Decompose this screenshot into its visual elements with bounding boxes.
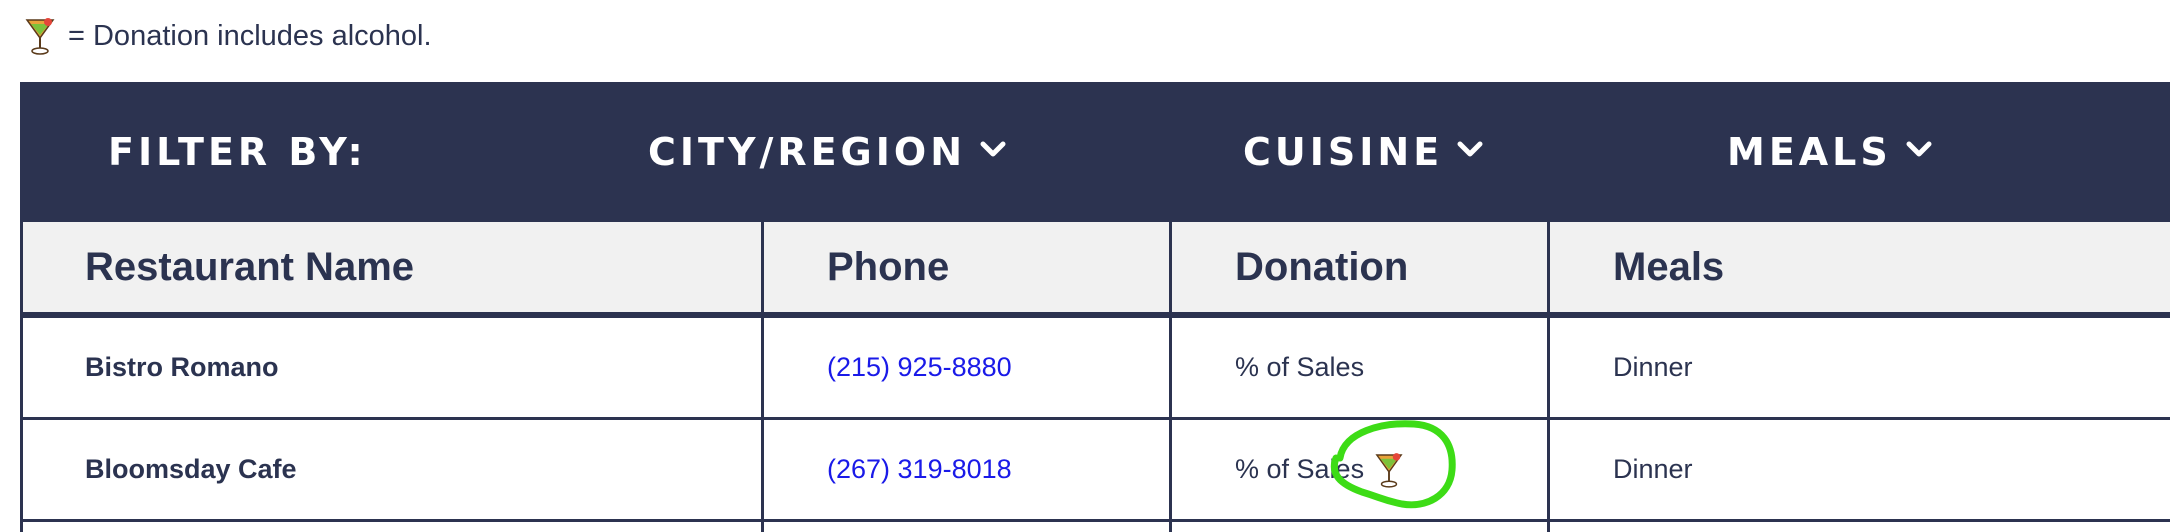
meals-filter[interactable]: MEALS <box>1727 82 1932 222</box>
meals-filter-label: MEALS <box>1727 130 1892 174</box>
restaurant-name: Bistro Romano <box>23 318 764 417</box>
column-header-phone[interactable]: Phone <box>764 222 1172 312</box>
phone-link[interactable]: (267) 319-8018 <box>827 454 1012 485</box>
city-region-filter-label: CITY/REGION <box>648 130 966 174</box>
chevron-down-icon <box>1906 141 1932 157</box>
legend-text: = Donation includes alcohol. <box>68 19 432 52</box>
restaurant-table: Restaurant Name Phone Donation Meals Bis… <box>20 222 2170 522</box>
chevron-down-icon <box>1457 141 1483 157</box>
column-header-donation[interactable]: Donation <box>1172 222 1550 312</box>
cuisine-filter[interactable]: CUISINE <box>1243 82 1483 222</box>
filter-by-text: FILTER BY: <box>108 130 367 174</box>
city-region-filter[interactable]: CITY/REGION <box>648 82 1006 222</box>
meals-cell: Dinner <box>1550 420 2170 519</box>
cuisine-filter-label: CUISINE <box>1243 130 1444 174</box>
donation-cell: % of Sales <box>1172 318 1550 417</box>
restaurant-name: Bloomsday Cafe <box>23 420 764 519</box>
highlight-annotation <box>1330 420 1456 509</box>
column-divider <box>1547 522 1550 532</box>
donation-text: % of Sales <box>1235 352 1365 382</box>
phone-cell: (215) 925-8880 <box>764 318 1172 417</box>
phone-link[interactable]: (215) 925-8880 <box>827 352 1012 383</box>
filter-by-label: FILTER BY: <box>108 82 367 222</box>
meals-cell: Dinner <box>1550 318 2170 417</box>
phone-cell: (267) 319-8018 <box>764 420 1172 519</box>
next-row-partial <box>20 522 2170 532</box>
column-divider <box>1169 522 1172 532</box>
chevron-down-icon <box>980 141 1006 157</box>
column-divider <box>761 522 764 532</box>
table-header-row: Restaurant Name Phone Donation Meals <box>23 222 2170 318</box>
filter-bar: FILTER BY: CITY/REGION CUISINE MEALS <box>20 82 2170 222</box>
alcohol-legend: = Donation includes alcohol. <box>24 14 432 58</box>
cocktail-icon <box>25 18 55 55</box>
column-header-meals[interactable]: Meals <box>1550 222 2170 312</box>
table-row: Bistro Romano (215) 925-8880 % of Sales … <box>23 318 2170 420</box>
column-header-restaurant-name[interactable]: Restaurant Name <box>23 222 764 312</box>
table-row: Bloomsday Cafe (267) 319-8018 % of Sales… <box>23 420 2170 522</box>
